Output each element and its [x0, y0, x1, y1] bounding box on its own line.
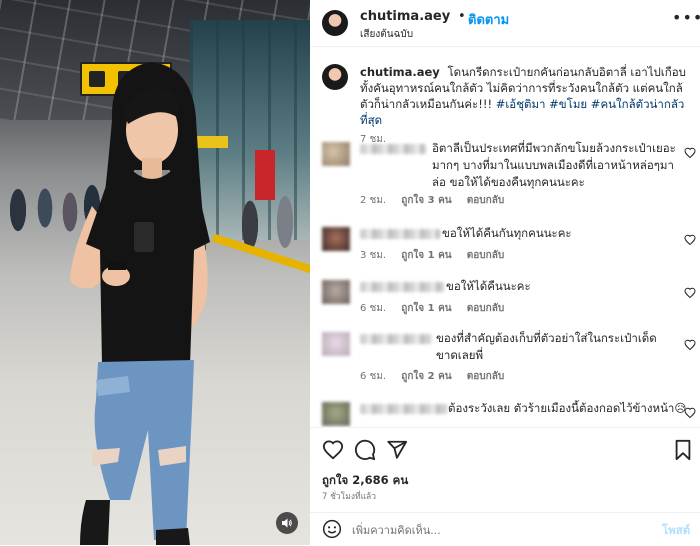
comment-likes[interactable]: ถูกใจ 3 คน: [401, 195, 451, 206]
comment-username-blurred[interactable]: [360, 144, 426, 154]
header-separator: •: [458, 9, 466, 24]
like-comment-heart-icon[interactable]: [684, 407, 696, 419]
comment-text: อิตาลีเป็นประเทศที่มีพวกลักขโมยล้วงกระเป…: [432, 141, 676, 189]
comment-meta: 2 ชม. ถูกใจ 3 คน ตอบกลับ: [360, 193, 516, 208]
follow-button[interactable]: ติดตาม: [468, 9, 509, 30]
caption-username[interactable]: chutima.aey: [360, 65, 440, 79]
post-media-video[interactable]: [0, 0, 310, 545]
comment-username-blurred[interactable]: [360, 282, 444, 292]
post-details-panel: chutima.aey • ติดตาม เสียงต้นฉบับ ••• ch…: [310, 0, 700, 545]
comment-avatar[interactable]: [322, 280, 350, 304]
comment-username-blurred[interactable]: [360, 404, 448, 414]
comment-text-first-line: อิตาลีเป็นประเทศที่มีพวกลักขโมยล้วงกระเป…: [432, 140, 678, 191]
like-comment-heart-icon[interactable]: [684, 147, 696, 159]
reply-button[interactable]: ตอบกลับ: [467, 195, 504, 206]
comments-list[interactable]: chutima.aey โดนกรีดกระเป๋ายกคันก่อนกลับอ…: [310, 47, 700, 427]
author-avatar[interactable]: [322, 10, 348, 36]
comment-likes[interactable]: ถูกใจ 1 คน: [401, 250, 451, 261]
post-comment-button[interactable]: โพสต์: [662, 522, 690, 540]
reply-button[interactable]: ตอบกลับ: [467, 371, 504, 382]
comment-username-blurred[interactable]: [360, 334, 432, 344]
comment-text-block: ของที่สำคัญต้องเก็บที่ตัวอย่าใส่ในกระเป๋…: [436, 330, 676, 364]
emoji-icon[interactable]: [322, 519, 342, 539]
post-header: chutima.aey • ติดตาม เสียงต้นฉบับ •••: [310, 0, 700, 47]
comment-time: 6 ชม.: [360, 303, 387, 314]
reply-button[interactable]: ตอบกลับ: [467, 250, 504, 261]
comment-time: 2 ชม.: [360, 195, 387, 206]
audio-label[interactable]: เสียงต้นฉบับ: [360, 27, 413, 42]
mute-toggle-button[interactable]: [276, 512, 298, 534]
comment-input[interactable]: [350, 519, 654, 541]
heart-icon[interactable]: [322, 439, 344, 461]
bookmark-icon[interactable]: [672, 439, 694, 461]
like-comment-heart-icon[interactable]: [684, 287, 696, 299]
comment-text: ของที่สำคัญต้องเก็บที่ตัวอย่าใส่ในกระเป๋…: [436, 331, 657, 362]
likes-count[interactable]: ถูกใจ 2,686 คน: [322, 472, 408, 490]
caption-text: chutima.aey โดนกรีดกระเป๋ายกคันก่อนกลับอ…: [360, 64, 690, 128]
speaker-icon: [282, 518, 292, 528]
like-comment-heart-icon[interactable]: [684, 339, 696, 351]
comment-time: 3 ชม.: [360, 250, 387, 261]
comment-text: ขอให้ได้คืนกันทุกคนนะคะ: [442, 226, 572, 240]
comment-avatar[interactable]: [322, 227, 350, 251]
comment-text: ต้องระวังเลย ตัวร้ายเมืองนี้ต้องกอดไว้ข้…: [448, 401, 687, 415]
like-comment-heart-icon[interactable]: [684, 234, 696, 246]
share-icon[interactable]: [386, 439, 408, 461]
post-timestamp: 7 ชั่วโมงที่แล้ว: [322, 492, 377, 502]
comment-meta: 6 ชม. ถูกใจ 1 คน ตอบกลับ: [360, 301, 516, 316]
woman-figure: [70, 62, 210, 545]
author-username[interactable]: chutima.aey: [360, 9, 450, 24]
add-comment-bar: โพสต์: [310, 512, 700, 546]
caption-avatar[interactable]: [322, 64, 348, 90]
comment-avatar[interactable]: [322, 332, 350, 356]
comment-meta: 3 ชม. ถูกใจ 1 คน ตอบกลับ: [360, 248, 516, 263]
comment-likes[interactable]: ถูกใจ 1 คน: [401, 303, 451, 314]
reply-button[interactable]: ตอบกลับ: [467, 303, 504, 314]
comment-icon[interactable]: [354, 439, 376, 461]
comment-avatar[interactable]: [322, 142, 350, 166]
comment-text: ขอให้ได้คืนนะคะ: [446, 279, 531, 293]
comment-username-blurred[interactable]: [360, 229, 440, 239]
comment-time: 6 ชม.: [360, 371, 387, 382]
more-options-icon[interactable]: •••: [672, 8, 700, 27]
comment-avatar[interactable]: [322, 402, 350, 426]
comment-likes[interactable]: ถูกใจ 2 คน: [401, 371, 451, 382]
comment-meta: 6 ชม. ถูกใจ 2 คน ตอบกลับ: [360, 369, 516, 384]
post-actions: ถูกใจ 2,686 คน 7 ชั่วโมงที่แล้ว: [310, 427, 700, 513]
